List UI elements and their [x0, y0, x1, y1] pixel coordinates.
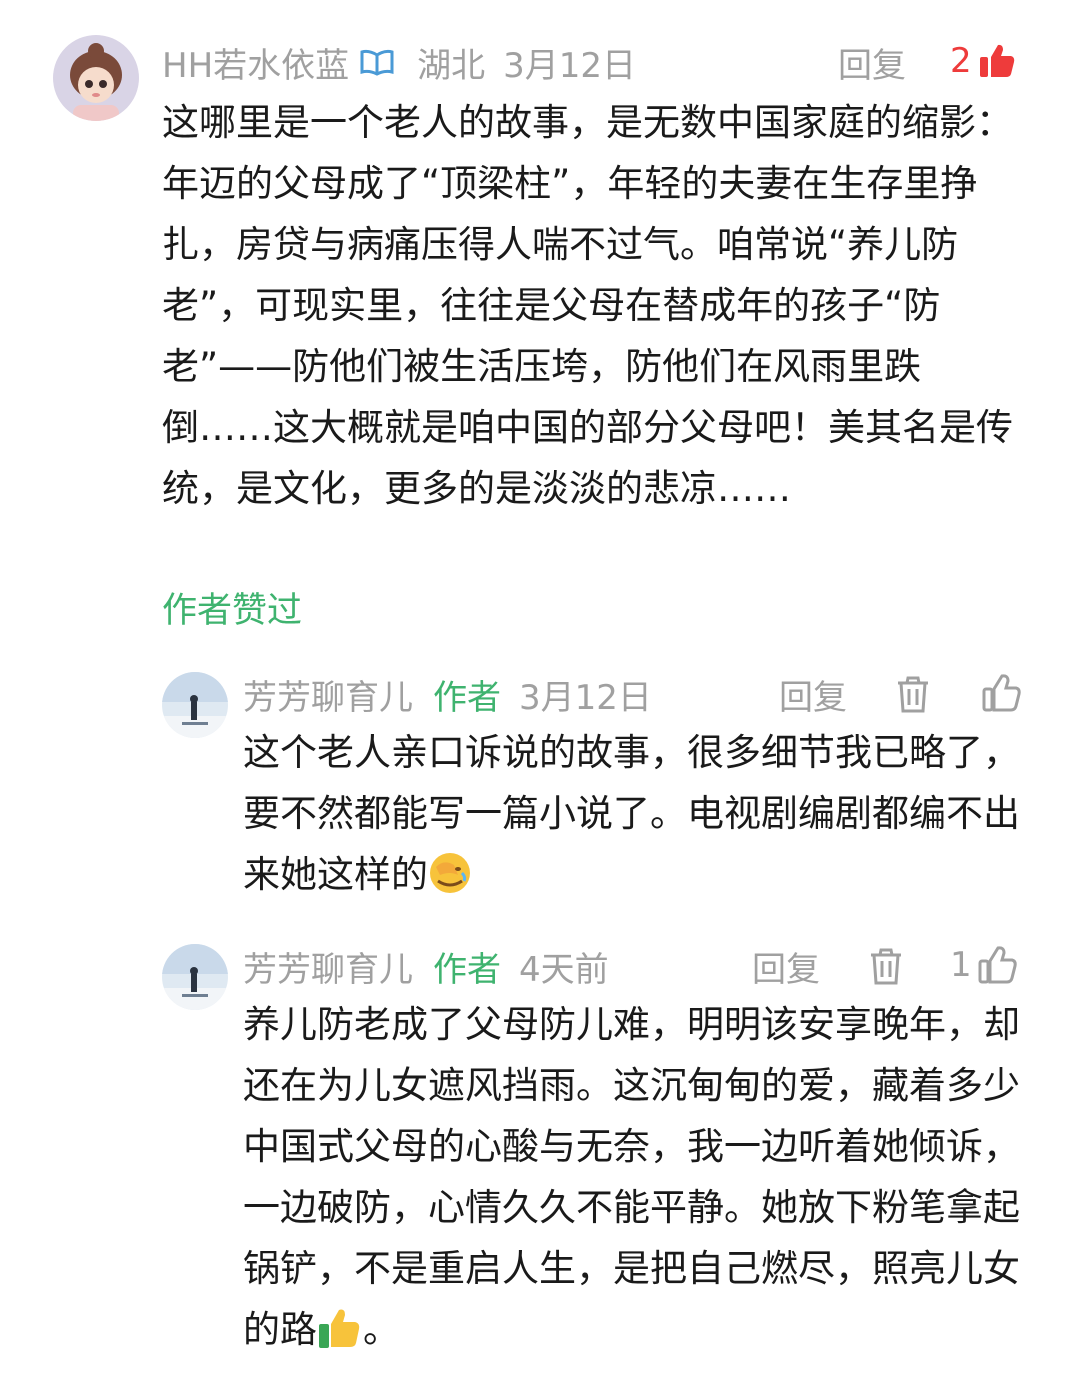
reply-date: 3月12日 [519, 677, 652, 718]
delete-button[interactable] [895, 672, 931, 716]
author-tag: 作者 [433, 949, 501, 990]
comment-date: 3月12日 [503, 45, 637, 86]
thumbs-up-icon [978, 945, 1018, 985]
comment-item: HH若水依蓝 湖北 3月12日 回复 2 这哪里是一个老人的故事，是无数中国家庭… [0, 0, 1079, 640]
like-count: 2 [950, 41, 972, 81]
like-button[interactable] [982, 670, 1022, 716]
reply-button[interactable]: 回复 [838, 40, 906, 86]
comment-meta: HH若水依蓝 湖北 3月12日 [162, 38, 637, 87]
like-button[interactable]: 1 [950, 942, 1018, 988]
trash-icon [895, 674, 931, 714]
avatar[interactable] [53, 35, 139, 121]
facepalm-emoji-icon [428, 851, 472, 895]
username[interactable]: HH若水依蓝 [162, 38, 349, 87]
username[interactable]: 芳芳聊育儿 [243, 942, 413, 991]
thumbs-up-filled-icon [978, 42, 1016, 80]
author-tag: 作者 [433, 677, 501, 718]
comment-text: 这哪里是一个老人的故事，是无数中国家庭的缩影：年迈的父母成了“顶梁柱”，年轻的夫… [162, 101, 1013, 510]
avatar[interactable] [162, 944, 228, 1010]
thumbs-up-emoji-icon [317, 1306, 363, 1350]
reply-text: 这个老人亲口诉说的故事，很多细节我已略了，要不然都能写一篇小说了。电视剧编剧都编… [243, 731, 1020, 896]
reply-button[interactable]: 回复 [752, 944, 820, 990]
reply-text: 养儿防老成了父母防儿难，明明该安享晚年，却还在为儿女遮风挡雨。这沉甸甸的爱，藏着… [243, 1003, 1020, 1351]
reply-meta: 芳芳聊育儿 作者 3月12日 [243, 670, 652, 719]
thumbs-up-icon [982, 673, 1022, 713]
reply-button[interactable]: 回复 [779, 672, 847, 718]
author-liked-label: 作者赞过 [162, 591, 303, 631]
avatar[interactable] [162, 672, 228, 738]
like-count: 1 [950, 945, 972, 985]
reply-date: 4天前 [519, 949, 609, 990]
like-button[interactable]: 2 [950, 38, 1016, 84]
location: 湖北 [417, 45, 486, 86]
reply-meta: 芳芳聊育儿 作者 4天前 [243, 942, 609, 991]
badge-icon [359, 47, 395, 77]
reply-item: 芳芳聊育儿 作者 4天前 回复 1 养儿防老成了父母防儿难，明明该安享晚年，却还… [0, 932, 1079, 1372]
delete-button[interactable] [868, 944, 904, 988]
username[interactable]: 芳芳聊育儿 [243, 670, 413, 719]
reply-item: 芳芳聊育儿 作者 3月12日 回复 这个老人亲口诉说的故事，很多细节我已略了，要… [0, 660, 1079, 910]
trash-icon [868, 946, 904, 986]
